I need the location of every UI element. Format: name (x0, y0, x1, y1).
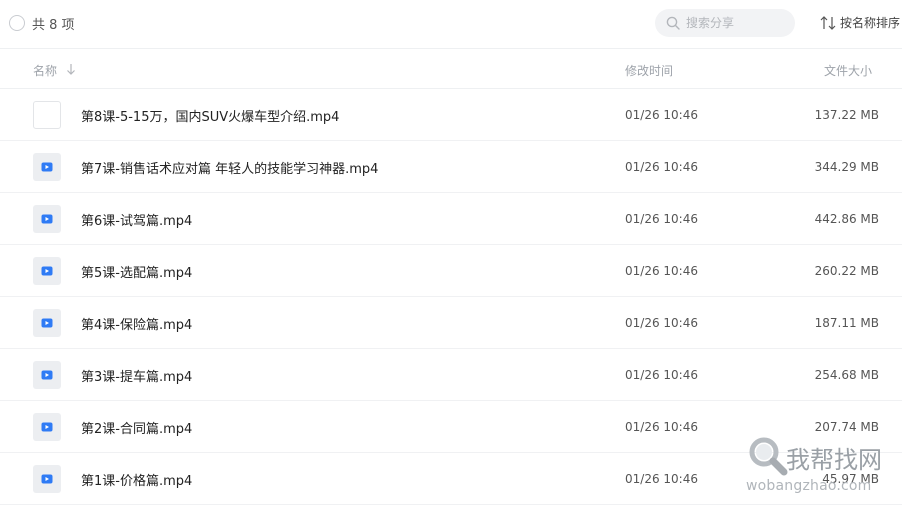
file-thumbnail (33, 205, 61, 233)
file-size: 187.11 MB (814, 316, 879, 330)
file-size: 344.29 MB (814, 160, 879, 174)
file-row[interactable]: 第2课-合同篇.mp4 01/26 10:46 207.74 MB (0, 401, 902, 453)
sort-label: 按名称排序 (840, 16, 901, 30)
file-name[interactable]: 第5课-选配篇.mp4 (81, 262, 192, 281)
sort-down-icon[interactable] (66, 63, 76, 75)
video-file-icon (41, 474, 53, 484)
file-modified-time: 01/26 10:46 (625, 160, 698, 174)
file-thumbnail (33, 413, 61, 441)
file-name[interactable]: 第6课-试驾篇.mp4 (81, 210, 192, 229)
file-modified-time: 01/26 10:46 (625, 368, 698, 382)
search-box[interactable] (655, 9, 795, 37)
file-size: 45.97 MB (822, 472, 879, 486)
file-name[interactable]: 第7课-销售话术应对篇 年轻人的技能学习神器.mp4 (81, 158, 378, 177)
video-file-icon (41, 266, 53, 276)
file-thumbnail (33, 153, 61, 181)
file-row[interactable]: 第5课-选配篇.mp4 01/26 10:46 260.22 MB (0, 245, 902, 297)
file-modified-time: 01/26 10:46 (625, 108, 698, 122)
file-name[interactable]: 第3课-提车篇.mp4 (81, 366, 192, 385)
file-row[interactable]: 第7课-销售话术应对篇 年轻人的技能学习神器.mp4 01/26 10:46 3… (0, 141, 902, 193)
video-file-icon (41, 214, 53, 224)
search-icon (666, 16, 680, 30)
video-file-icon (41, 162, 53, 172)
file-thumbnail (33, 101, 61, 129)
video-file-icon (41, 318, 53, 328)
file-name[interactable]: 第8课-5-15万，国内SUV火爆车型介绍.mp4 (81, 106, 339, 125)
video-file-icon (41, 370, 53, 380)
file-row[interactable]: 第8课-5-15万，国内SUV火爆车型介绍.mp4 01/26 10:46 13… (0, 89, 902, 141)
file-row[interactable]: 第1课-价格篇.mp4 01/26 10:46 45.97 MB (0, 453, 902, 505)
item-count: 共 8 项 (32, 18, 75, 33)
file-row[interactable]: 第6课-试驾篇.mp4 01/26 10:46 442.86 MB (0, 193, 902, 245)
file-modified-time: 01/26 10:46 (625, 316, 698, 330)
file-thumbnail (33, 465, 61, 493)
file-size: 137.22 MB (814, 108, 879, 122)
file-list: 第8课-5-15万，国内SUV火爆车型介绍.mp4 01/26 10:46 13… (0, 89, 902, 505)
file-size: 260.22 MB (814, 264, 879, 278)
video-file-icon (41, 422, 53, 432)
search-input[interactable] (686, 9, 790, 37)
file-row[interactable]: 第3课-提车篇.mp4 01/26 10:46 254.68 MB (0, 349, 902, 401)
sort-arrows-icon (820, 16, 836, 30)
column-header-modified[interactable]: 修改时间 (625, 62, 673, 79)
file-thumbnail (33, 309, 61, 337)
file-thumbnail (33, 257, 61, 285)
file-name[interactable]: 第1课-价格篇.mp4 (81, 470, 192, 489)
file-modified-time: 01/26 10:46 (625, 472, 698, 486)
file-share-page: 共 8 项 按名称排序 名称 修改时间 文件大小 第8课-5-15万，国内SUV (0, 0, 902, 509)
file-size: 442.86 MB (814, 212, 879, 226)
column-header-name[interactable]: 名称 (33, 62, 57, 79)
file-name[interactable]: 第4课-保险篇.mp4 (81, 314, 192, 333)
file-size: 207.74 MB (814, 420, 879, 434)
file-modified-time: 01/26 10:46 (625, 420, 698, 434)
file-size: 254.68 MB (814, 368, 879, 382)
file-thumbnail (33, 361, 61, 389)
select-all-checkbox[interactable] (9, 15, 25, 31)
file-row[interactable]: 第4课-保险篇.mp4 01/26 10:46 187.11 MB (0, 297, 902, 349)
table-header: 名称 修改时间 文件大小 (0, 48, 902, 89)
column-header-size[interactable]: 文件大小 (824, 62, 872, 79)
file-name[interactable]: 第2课-合同篇.mp4 (81, 418, 192, 437)
file-modified-time: 01/26 10:46 (625, 264, 698, 278)
toolbar: 共 8 项 按名称排序 (0, 0, 902, 46)
file-modified-time: 01/26 10:46 (625, 212, 698, 226)
